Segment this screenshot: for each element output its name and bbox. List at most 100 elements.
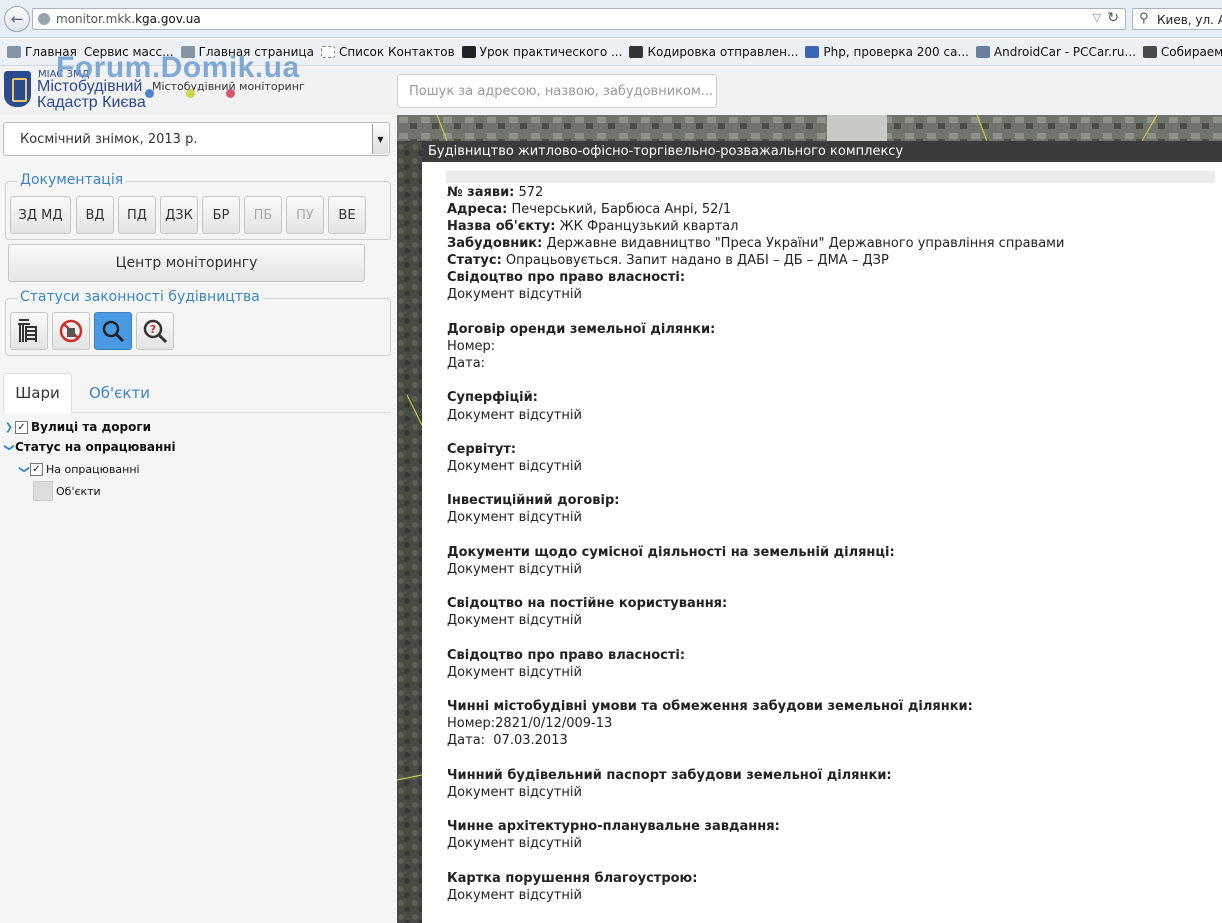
checkbox[interactable]: ✓ <box>15 420 28 434</box>
status-button-construction[interactable] <box>10 312 48 350</box>
address-search <box>397 74 717 108</box>
tree-item-status-group[interactable]: ❯ Статус на опрацюванні <box>3 440 176 454</box>
legality-status-legend: Статуси законності будівництва <box>17 289 263 305</box>
section-title: Сервітут: <box>447 442 517 457</box>
bookmark-item[interactable]: AndroidCar - PCCar.ru... <box>975 45 1136 59</box>
dropdown-arrow-icon[interactable]: ▼ <box>372 124 388 154</box>
section-value: Документ відсутній <box>447 665 582 680</box>
address-bar[interactable]: monitor.mkk.kga.gov.ua ▽ ↻ <box>32 8 1126 30</box>
section-value: Документ відсутній <box>447 287 582 302</box>
section-title: Чинний будівельний паспорт забудови земе… <box>447 768 892 783</box>
section-value: Документ відсутній <box>447 613 582 628</box>
page-icon <box>320 46 335 58</box>
bookmark-item[interactable]: Список Контактов <box>320 45 455 59</box>
site-icon <box>975 46 990 58</box>
bookmark-label: AndroidCar - PCCar.ru... <box>993 45 1136 59</box>
search-icon: ⚲ <box>1139 11 1149 26</box>
chevron-down-icon[interactable]: ❯ <box>4 441 15 453</box>
doc-button-pd[interactable]: ПД <box>118 196 156 234</box>
popup-title: Будівництво житлово-офісно-торгівельно-р… <box>422 141 1222 162</box>
monitoring-center-button[interactable]: Центр моніторингу <box>8 244 365 282</box>
developer-row: Забудовник: Державне видавництво "Преса … <box>447 236 1065 251</box>
logo-dot-red <box>226 89 235 98</box>
doc-button-ve[interactable]: ВЕ <box>328 196 366 234</box>
bookmark-label: Кодировка отправлен... <box>647 45 799 59</box>
section-value: Документ відсутній <box>447 510 582 525</box>
doc-button-pb: ПБ <box>244 196 282 234</box>
tree-item-label: На опрацюванні <box>46 463 140 476</box>
site-icon <box>805 46 820 58</box>
section-title: Документи щодо сумісної діяльності на зе… <box>447 545 895 560</box>
tab-objects[interactable]: Об'єкти <box>89 373 150 413</box>
tree-item-streets[interactable]: ❯ ✓ Вулиці та дороги <box>3 420 151 434</box>
basemap-select[interactable]: Космічний знімок, 2013 р. ▼ <box>3 122 390 156</box>
bookmark-label: Урок практического ... <box>479 45 623 59</box>
site-icon <box>1142 46 1157 58</box>
status-button-forbidden[interactable] <box>52 312 90 350</box>
chevron-right-icon[interactable]: ❯ <box>3 422 15 433</box>
svg-text:?: ? <box>150 323 156 336</box>
section-value: Номер: <box>447 339 496 354</box>
mail-icon <box>7 46 21 58</box>
bookmark-item[interactable]: Урок практического ... <box>461 45 623 59</box>
section-title: Чинні містобудівні умови та обмеження за… <box>447 699 973 714</box>
back-arrow-icon: ← <box>10 10 24 28</box>
doc-button-vd[interactable]: ВД <box>76 196 114 234</box>
doc-button-dzk[interactable]: ДЗК <box>160 196 198 234</box>
bookmark-item[interactable]: Кодировка отправлен... <box>629 45 798 59</box>
site-icon <box>629 46 644 58</box>
status-button-search[interactable] <box>94 312 132 350</box>
section-title: Суперфіцій: <box>447 390 538 405</box>
section-title: Свідоцтво на постійне користування: <box>447 596 728 611</box>
tree-item-label: Статус на опрацюванні <box>15 440 176 454</box>
bookmark-label: Собираем CarPC на А... <box>1160 45 1222 59</box>
documentation-legend: Документація <box>17 172 127 188</box>
bookmark-item[interactable]: Собираем CarPC на А... <box>1142 45 1222 59</box>
construction-icon <box>18 319 37 342</box>
tab-layers[interactable]: Шари <box>3 373 72 413</box>
doc-button-br[interactable]: БР <box>202 196 240 234</box>
doc-button-zd-md[interactable]: ЗД МД <box>10 196 71 234</box>
section-title: Договір оренди земельної ділянки: <box>447 322 716 337</box>
section-value: Документ відсутній <box>447 408 582 423</box>
object-info-popup: Будівництво житлово-офісно-торгівельно-р… <box>422 141 1222 923</box>
magnifier-icon <box>102 320 125 343</box>
back-button[interactable]: ← <box>4 6 30 32</box>
section-value: Документ відсутній <box>447 836 582 851</box>
app-header: МІАС ЗМД Містобудівний Кадастр Києва Foru… <box>0 51 1222 115</box>
panel-tabs: Шари Об'єкти <box>3 373 391 413</box>
legend-swatch <box>33 481 53 501</box>
status-button-question[interactable]: ? <box>136 312 174 350</box>
tree-item-in-progress[interactable]: ❯ ✓ На опрацюванні <box>18 463 140 476</box>
browser-search-field[interactable]: ⚲ Киев, ул. Ан <box>1132 8 1222 30</box>
html-icon <box>461 46 476 58</box>
section-title: Інвестиційний договір: <box>447 493 620 508</box>
doc-button-pu: ПУ <box>286 196 324 234</box>
section-value: Дата: 07.03.2013 <box>447 733 568 748</box>
bookmark-label: Php, проверка 200 са... <box>823 45 969 59</box>
browser-toolbar: ← monitor.mkk.kga.gov.ua ▽ ↻ ⚲ Киев, ул.… <box>0 0 1222 38</box>
section-value: Документ відсутній <box>447 562 582 577</box>
url-dropdown-icon[interactable]: ▽ <box>1093 11 1101 24</box>
tree-item-label: Об'єкти <box>56 484 101 498</box>
checkbox[interactable]: ✓ <box>30 463 43 476</box>
status-row: Статус: Опрацьовується. Запит надано в Д… <box>447 253 889 268</box>
bookmark-item[interactable]: Php, проверка 200 са... <box>805 45 969 59</box>
reload-icon[interactable]: ↻ <box>1107 10 1119 26</box>
url-text: monitor.mkk.kga.gov.ua <box>56 12 201 26</box>
forbidden-icon <box>59 319 83 343</box>
basemap-value: Космічний знімок, 2013 р. <box>20 132 198 147</box>
address-search-input[interactable] <box>398 75 716 107</box>
application-number: № заяви: 572 <box>447 185 544 200</box>
browser-search-text: Киев, ул. Ан <box>1157 13 1222 27</box>
section-title: Картка порушення благоустрою: <box>447 871 698 886</box>
section-value: Документ відсутній <box>447 785 582 800</box>
chevron-down-icon[interactable]: ❯ <box>19 464 30 476</box>
section-value: Дата: <box>447 356 486 371</box>
documentation-group: Документація ЗД МД ВД ПД ДЗК БР ПБ ПУ ВЕ <box>5 172 391 240</box>
section-value: Документ відсутній <box>447 459 582 474</box>
tree-item-objects: Об'єкти <box>33 481 101 501</box>
section-value: Номер:2821/0/12/009-13 <box>447 716 613 731</box>
legality-status-group: Статуси законності будівництва ? <box>5 289 391 356</box>
logo-dot-blue <box>145 89 154 98</box>
